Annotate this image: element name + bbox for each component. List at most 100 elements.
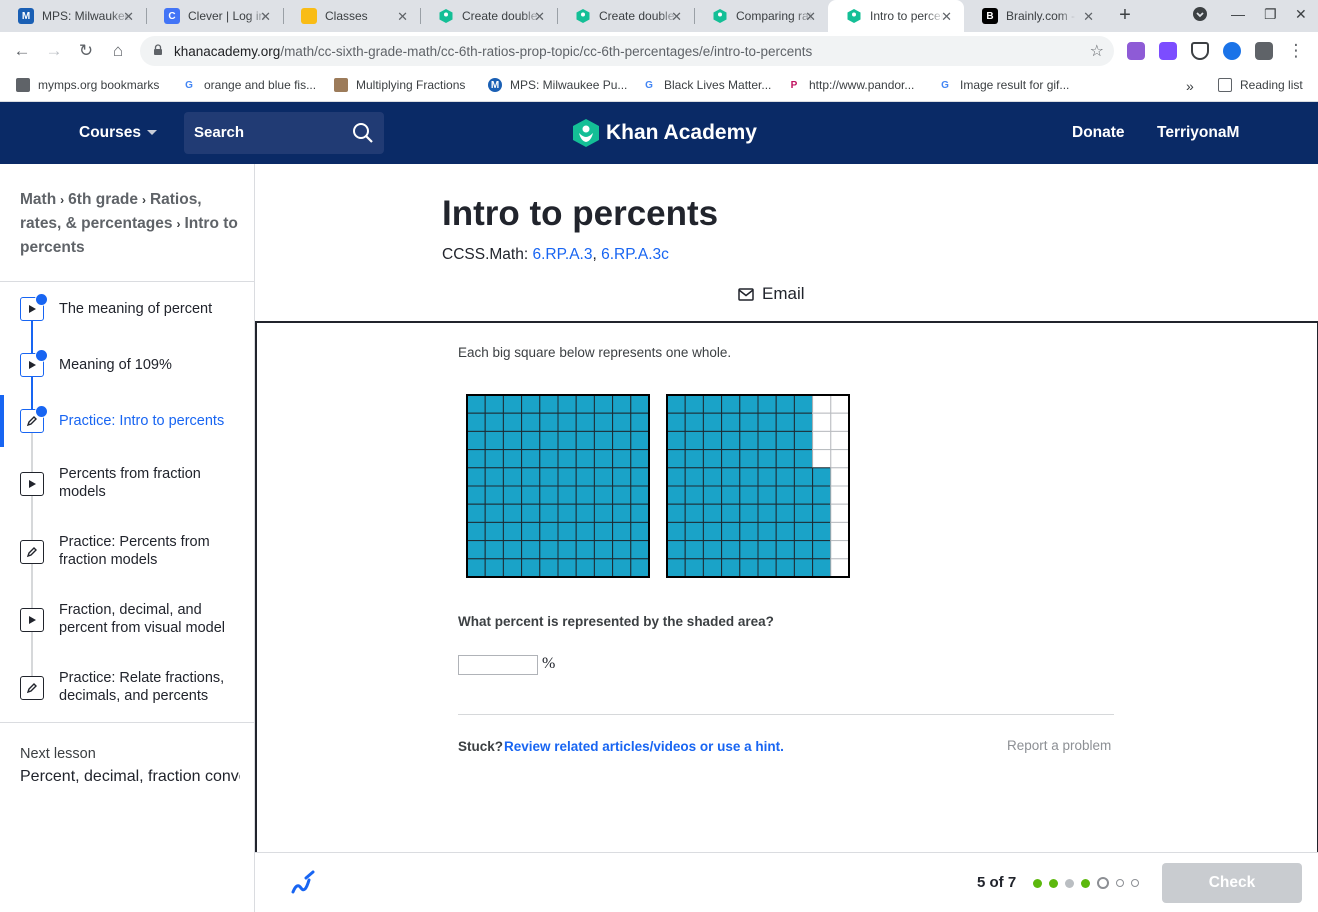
breadcrumb-link[interactable]: 6th grade <box>68 191 138 208</box>
grid-cell-shaded <box>557 467 577 487</box>
grid-cell-shaded <box>793 503 814 523</box>
close-icon[interactable]: ✕ <box>805 9 816 25</box>
browser-tab[interactable]: Create double number lines ✕ <box>420 0 557 32</box>
grid-cell-shaded <box>775 412 795 432</box>
close-icon[interactable]: ✕ <box>397 9 408 25</box>
grid-cell-shaded <box>721 540 741 560</box>
menu-kebab-icon[interactable]: ⋮ <box>1284 40 1308 62</box>
grid-cell-shaded <box>466 485 486 505</box>
khan-logo[interactable]: Khan Academy <box>572 118 757 148</box>
bookmarks-bar: mymps.org bookmarks Gorange and blue fis… <box>0 70 1318 102</box>
tab-search-icon[interactable] <box>1192 6 1208 25</box>
bookmark-item[interactable]: G Image result for gif... <box>938 78 1069 92</box>
extension-icon[interactable] <box>1159 42 1177 60</box>
bookmark-star-icon[interactable]: ☆ <box>1090 41 1104 61</box>
puzzle-extensions-icon[interactable] <box>1255 42 1273 60</box>
browser-tab[interactable]: B Brainly.com - For students ✕ <box>964 0 1106 32</box>
grid-cell-shaded <box>739 558 759 578</box>
grid-cell-shaded <box>666 521 686 542</box>
grid-cell-shaded <box>721 485 741 505</box>
sidebar-item-meaning-of-109[interactable]: Meaning of 109% <box>0 337 254 393</box>
address-bar[interactable]: khanacademy.org/math/cc-sixth-grade-math… <box>140 36 1114 66</box>
search-input[interactable]: Search <box>184 112 384 154</box>
bookmark-item[interactable]: G Black Lives Matter... <box>642 78 771 92</box>
browser-tab[interactable]: M MPS: Milwaukee Public Schools ✕ <box>0 0 146 32</box>
grid-cell-shaded <box>593 430 614 451</box>
sidebar-item-practice-intro-to-percents[interactable]: Practice: Intro to percents <box>0 393 254 449</box>
close-icon[interactable]: ✕ <box>123 9 134 25</box>
grid-cell-shaded <box>502 430 523 451</box>
grid-cell-shaded <box>612 467 632 487</box>
restore-icon[interactable]: ❐ <box>1264 6 1277 23</box>
standard-link[interactable]: 6.RP.A.3c <box>601 246 669 263</box>
user-menu[interactable]: TerriyonaM <box>1157 124 1239 142</box>
sidebar-item-practice-relate-fractions[interactable]: Practice: Relate fractions, decimals, an… <box>0 660 254 728</box>
next-lesson-link[interactable]: Percent, decimal, fraction conversions <box>20 768 240 786</box>
grid-cell-shaded <box>684 540 704 560</box>
hint-link[interactable]: Review related articles/videos or use a … <box>504 739 784 754</box>
sidebar-item-meaning-of-percent[interactable]: The meaning of percent <box>0 281 254 337</box>
grid-cell-shaded <box>593 540 614 560</box>
close-icon[interactable]: ✕ <box>260 9 271 25</box>
close-icon[interactable]: ✕ <box>941 9 952 25</box>
grid-cell-shaded <box>612 540 632 560</box>
grid-cell-shaded <box>630 558 650 578</box>
sidebar-item-practice-percents-from-fraction-models[interactable]: Practice: Percents from fraction models <box>0 524 254 592</box>
standard-link[interactable]: 6.RP.A.3 <box>532 246 592 263</box>
email-button[interactable]: Email <box>738 284 805 304</box>
sidebar-item-fraction-decimal-percent-visual[interactable]: Fraction, decimal, and percent from visu… <box>0 592 254 660</box>
report-problem-link[interactable]: Report a problem <box>1007 738 1111 753</box>
minimize-icon[interactable]: — <box>1231 6 1245 22</box>
browser-tab[interactable]: Classes ✕ <box>283 0 420 32</box>
browser-tab[interactable]: C Clever | Log in ✕ <box>146 0 283 32</box>
breadcrumb-link[interactable]: Math <box>20 191 56 208</box>
browser-tab[interactable]: Create double number lines ✕ <box>557 0 694 32</box>
close-icon[interactable]: ✕ <box>671 9 682 25</box>
window-close-icon[interactable]: ✕ <box>1295 6 1307 23</box>
more-bookmarks-icon[interactable]: » <box>1186 78 1194 94</box>
grid-cell-shaded <box>521 521 541 542</box>
grid-cell-shaded <box>757 467 777 487</box>
grid-cell-shaded <box>666 485 686 505</box>
close-icon[interactable]: ✕ <box>534 9 545 25</box>
reload-icon[interactable]: ↻ <box>74 40 98 62</box>
bookmark-item[interactable]: mymps.org bookmarks <box>16 78 159 92</box>
back-icon[interactable]: ← <box>10 40 34 62</box>
check-button[interactable]: Check <box>1162 863 1302 903</box>
home-icon[interactable]: ⌂ <box>106 40 130 62</box>
grid-cell-shaded <box>557 485 577 505</box>
courses-menu[interactable]: Courses <box>79 124 158 142</box>
browser-tab-active[interactable]: Intro to percents ✕ <box>828 0 964 32</box>
new-tab-icon[interactable]: + <box>1113 4 1137 28</box>
bookmark-item[interactable]: Phttp://www.pandor... <box>787 78 915 92</box>
grid-cell-shaded <box>557 394 577 414</box>
bookmark-item[interactable]: Gorange and blue fis... <box>182 78 316 92</box>
reading-list-button[interactable]: Reading list <box>1218 78 1303 92</box>
extension-icon[interactable] <box>1127 42 1145 60</box>
browser-tab[interactable]: Comparing ratios ✕ <box>694 0 828 32</box>
extension-icon[interactable] <box>1223 42 1241 60</box>
forward-icon[interactable]: → <box>42 40 66 62</box>
divider <box>458 714 1114 715</box>
search-icon[interactable] <box>352 122 374 144</box>
bookmark-item[interactable]: Multiplying Fractions <box>334 78 465 92</box>
grid-cell-shaded <box>502 467 523 487</box>
donate-link[interactable]: Donate <box>1072 124 1125 142</box>
grid-cell-shaded <box>557 503 577 523</box>
shield-extension-icon[interactable] <box>1191 42 1209 60</box>
scratchpad-pen-icon[interactable] <box>287 868 317 898</box>
sidebar-item-percents-from-fraction-models[interactable]: Percents from fraction models <box>0 456 254 524</box>
google-icon: G <box>941 79 949 91</box>
chevron-right-icon: › <box>60 193 65 207</box>
grid-cell-empty <box>830 449 850 469</box>
khan-favicon-icon <box>575 8 591 24</box>
close-icon[interactable]: ✕ <box>1083 9 1094 25</box>
grid-cell-shaded <box>775 521 795 542</box>
grid-cell-shaded <box>702 467 723 487</box>
grid-cell-shaded <box>484 540 504 560</box>
grid-cell-shaded <box>775 558 795 578</box>
answer-input[interactable] <box>458 655 538 675</box>
bookmark-item[interactable]: M MPS: Milwaukee Pu... <box>488 78 627 92</box>
browser-tabstrip: M MPS: Milwaukee Public Schools ✕ C Clev… <box>0 0 1318 32</box>
grid-cell-shaded <box>593 412 614 432</box>
